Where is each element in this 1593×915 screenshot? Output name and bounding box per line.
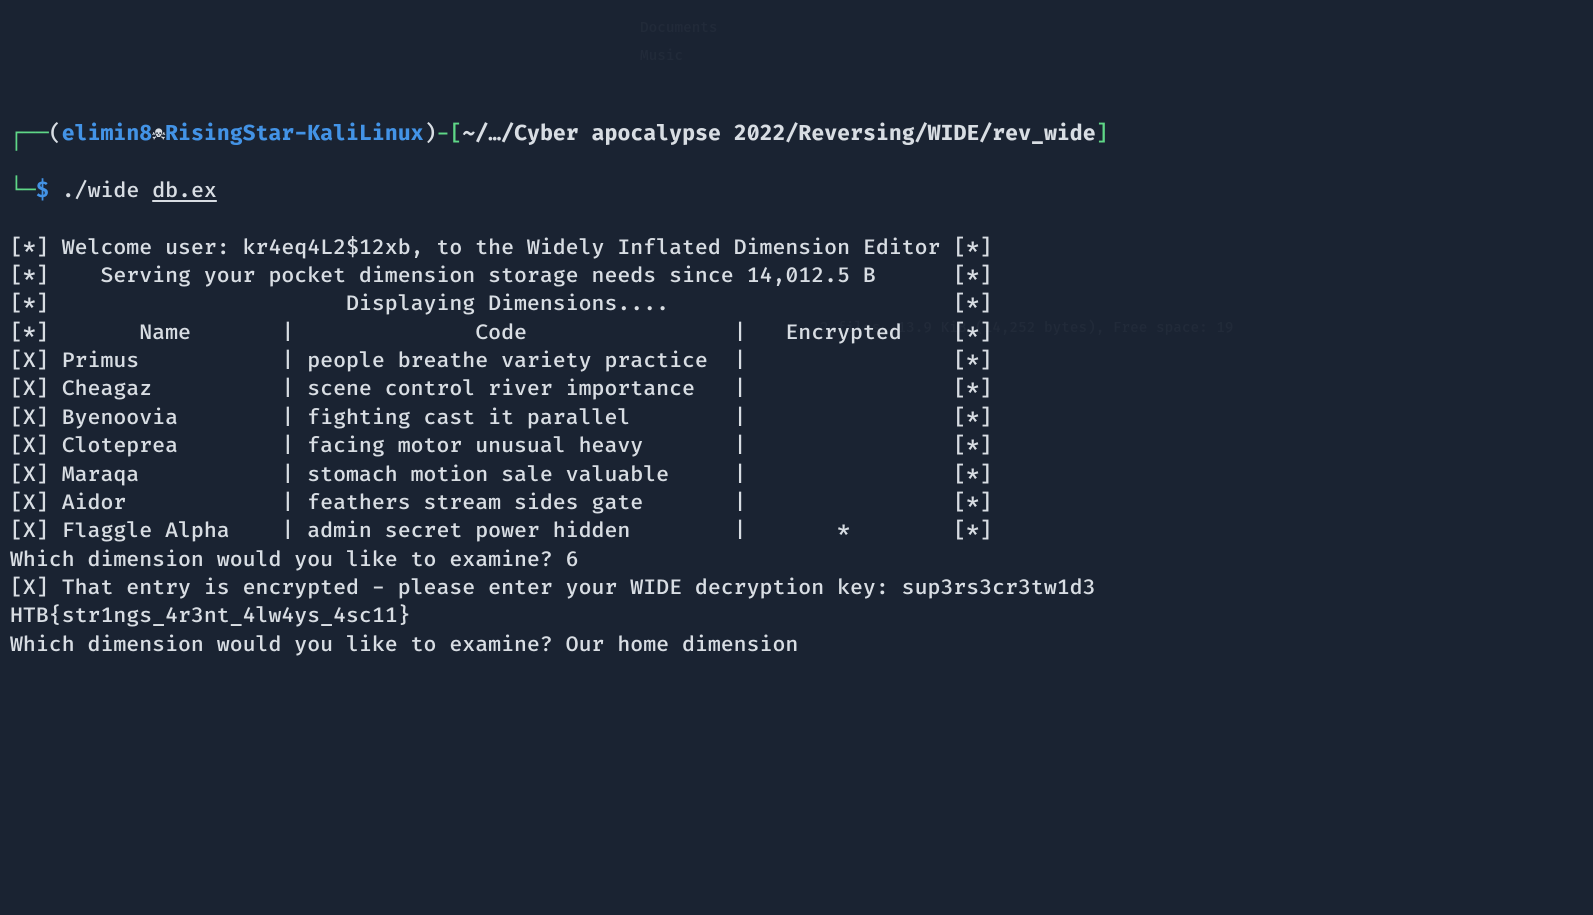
prompt-dollar: $ xyxy=(36,179,49,204)
table-row: [X] Cloteprea | facing motor unusual hea… xyxy=(10,434,992,459)
table-row: [X] Cheagaz | scene control river import… xyxy=(10,377,992,402)
ghost-text: Music xyxy=(640,48,683,67)
box-corner-bottom: └─ xyxy=(10,179,36,204)
skull-icon: ☠ xyxy=(152,122,165,147)
command-text: ./wide xyxy=(62,179,140,204)
encrypted-prompt: [X] That entry is encrypted - please ent… xyxy=(10,576,1096,601)
box-corner-top: ┌── xyxy=(10,122,49,147)
prompt-dash: - xyxy=(437,122,450,147)
table-header: [*] Name | Code | Encrypted [*] xyxy=(10,321,992,346)
table-row: [X] Flaggle Alpha | admin secret power h… xyxy=(10,519,992,544)
prompt-line-2: └─$ ./wide db.ex xyxy=(10,178,1583,206)
examine-prompt-1: Which dimension would you like to examin… xyxy=(10,548,579,573)
prompt-line-1: ┌──(elimin8☠RisingStar-KaliLinux)-[~/…/C… xyxy=(10,121,1583,149)
output-tagline: [*] Serving your pocket dimension storag… xyxy=(10,264,992,289)
prompt-user: elimin8 xyxy=(62,122,152,147)
flag-output: HTB{str1ngs_4r3nt_4lw4ys_4sc11} xyxy=(10,604,411,629)
table-row: [X] Aidor | feathers stream sides gate |… xyxy=(10,491,992,516)
terminal-window[interactable]: ┌──(elimin8☠RisingStar-KaliLinux)-[~/…/C… xyxy=(10,121,1583,660)
table-row: [X] Maraqa | stomach motion sale valuabl… xyxy=(10,463,992,488)
paren-open: ( xyxy=(49,122,62,147)
output-welcome: [*] Welcome user: kr4eq4L2$12xb, to the … xyxy=(10,236,992,261)
bracket-open: [ xyxy=(449,122,462,147)
paren-close: ) xyxy=(424,122,437,147)
output-displaying: [*] Displaying Dimensions.... [*] xyxy=(10,292,992,317)
command-argument: db.ex xyxy=(152,179,217,204)
table-row: [X] Primus | people breathe variety prac… xyxy=(10,349,992,374)
prompt-path: ~/…/Cyber apocalypse 2022/Reversing/WIDE… xyxy=(462,122,1095,147)
table-row: [X] Byenoovia | fighting cast it paralle… xyxy=(10,406,992,431)
bracket-close: ] xyxy=(1096,122,1109,147)
prompt-host: RisingStar-KaliLinux xyxy=(165,122,423,147)
examine-prompt-2: Which dimension would you like to examin… xyxy=(10,633,798,658)
ghost-text: Documents xyxy=(640,20,718,39)
